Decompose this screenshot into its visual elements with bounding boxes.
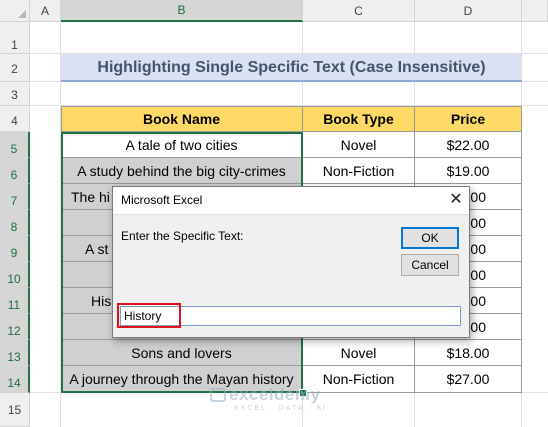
row-header-13[interactable]: 13: [0, 340, 30, 366]
header-price[interactable]: Price: [415, 106, 522, 132]
sheet-title[interactable]: Highlighting Single Specific Text (Case …: [61, 54, 522, 82]
book-name-cell[interactable]: A study behind the big city-crimes: [61, 158, 303, 184]
column-header-b[interactable]: B: [61, 0, 303, 22]
row-header-9[interactable]: 9: [0, 236, 30, 262]
exceldemy-logo-icon: [210, 388, 226, 402]
watermark-brand: exceldemy: [229, 385, 321, 404]
dialog-titlebar[interactable]: Microsoft Excel ✕: [113, 187, 469, 215]
cancel-button[interactable]: Cancel: [401, 254, 459, 276]
row-header-11[interactable]: 11: [0, 288, 30, 314]
row-header-10[interactable]: 10: [0, 262, 30, 288]
column-header-a[interactable]: A: [30, 0, 61, 22]
watermark: exceldemy EXCEL · DATA · BI: [210, 385, 327, 412]
row-header-3[interactable]: 3: [0, 82, 30, 106]
ok-button[interactable]: OK: [401, 227, 459, 249]
row-header-6[interactable]: 6: [0, 158, 30, 184]
dialog-prompt: Enter the Specific Text:: [121, 229, 244, 243]
header-book-type[interactable]: Book Type: [303, 106, 415, 132]
book-type-cell[interactable]: Novel: [303, 132, 415, 158]
specific-text-input[interactable]: History: [120, 306, 461, 326]
row-header-12[interactable]: 12: [0, 314, 30, 340]
close-icon[interactable]: ✕: [447, 191, 465, 209]
row-header-15[interactable]: 15: [0, 393, 30, 427]
select-all-corner[interactable]: [0, 0, 30, 22]
row-header-7[interactable]: 7: [0, 184, 30, 210]
row-header-14[interactable]: 14: [0, 366, 30, 393]
book-type-cell[interactable]: Non-Fiction: [303, 158, 415, 184]
row-header-1[interactable]: 1: [0, 22, 30, 54]
column-header-blank: [522, 0, 548, 22]
dialog-title: Microsoft Excel: [121, 193, 203, 207]
row-header-4[interactable]: 4: [0, 106, 30, 132]
column-header-d[interactable]: D: [415, 0, 522, 22]
watermark-tagline: EXCEL · DATA · BI: [234, 405, 327, 412]
book-name-cell[interactable]: Sons and lovers: [61, 340, 303, 366]
price-cell[interactable]: $27.00: [415, 366, 522, 393]
column-header-c[interactable]: C: [303, 0, 415, 22]
header-book-name[interactable]: Book Name: [61, 106, 303, 132]
price-cell[interactable]: $18.00: [415, 340, 522, 366]
input-dialog: Microsoft Excel ✕ Enter the Specific Tex…: [112, 186, 470, 338]
row-header-8[interactable]: 8: [0, 210, 30, 236]
row-header-5[interactable]: 5: [0, 132, 30, 158]
book-name-cell[interactable]: A tale of two cities: [61, 132, 303, 158]
price-cell[interactable]: $22.00: [415, 132, 522, 158]
price-cell[interactable]: $19.00: [415, 158, 522, 184]
row-header-2[interactable]: 2: [0, 54, 30, 82]
book-type-cell[interactable]: Novel: [303, 340, 415, 366]
